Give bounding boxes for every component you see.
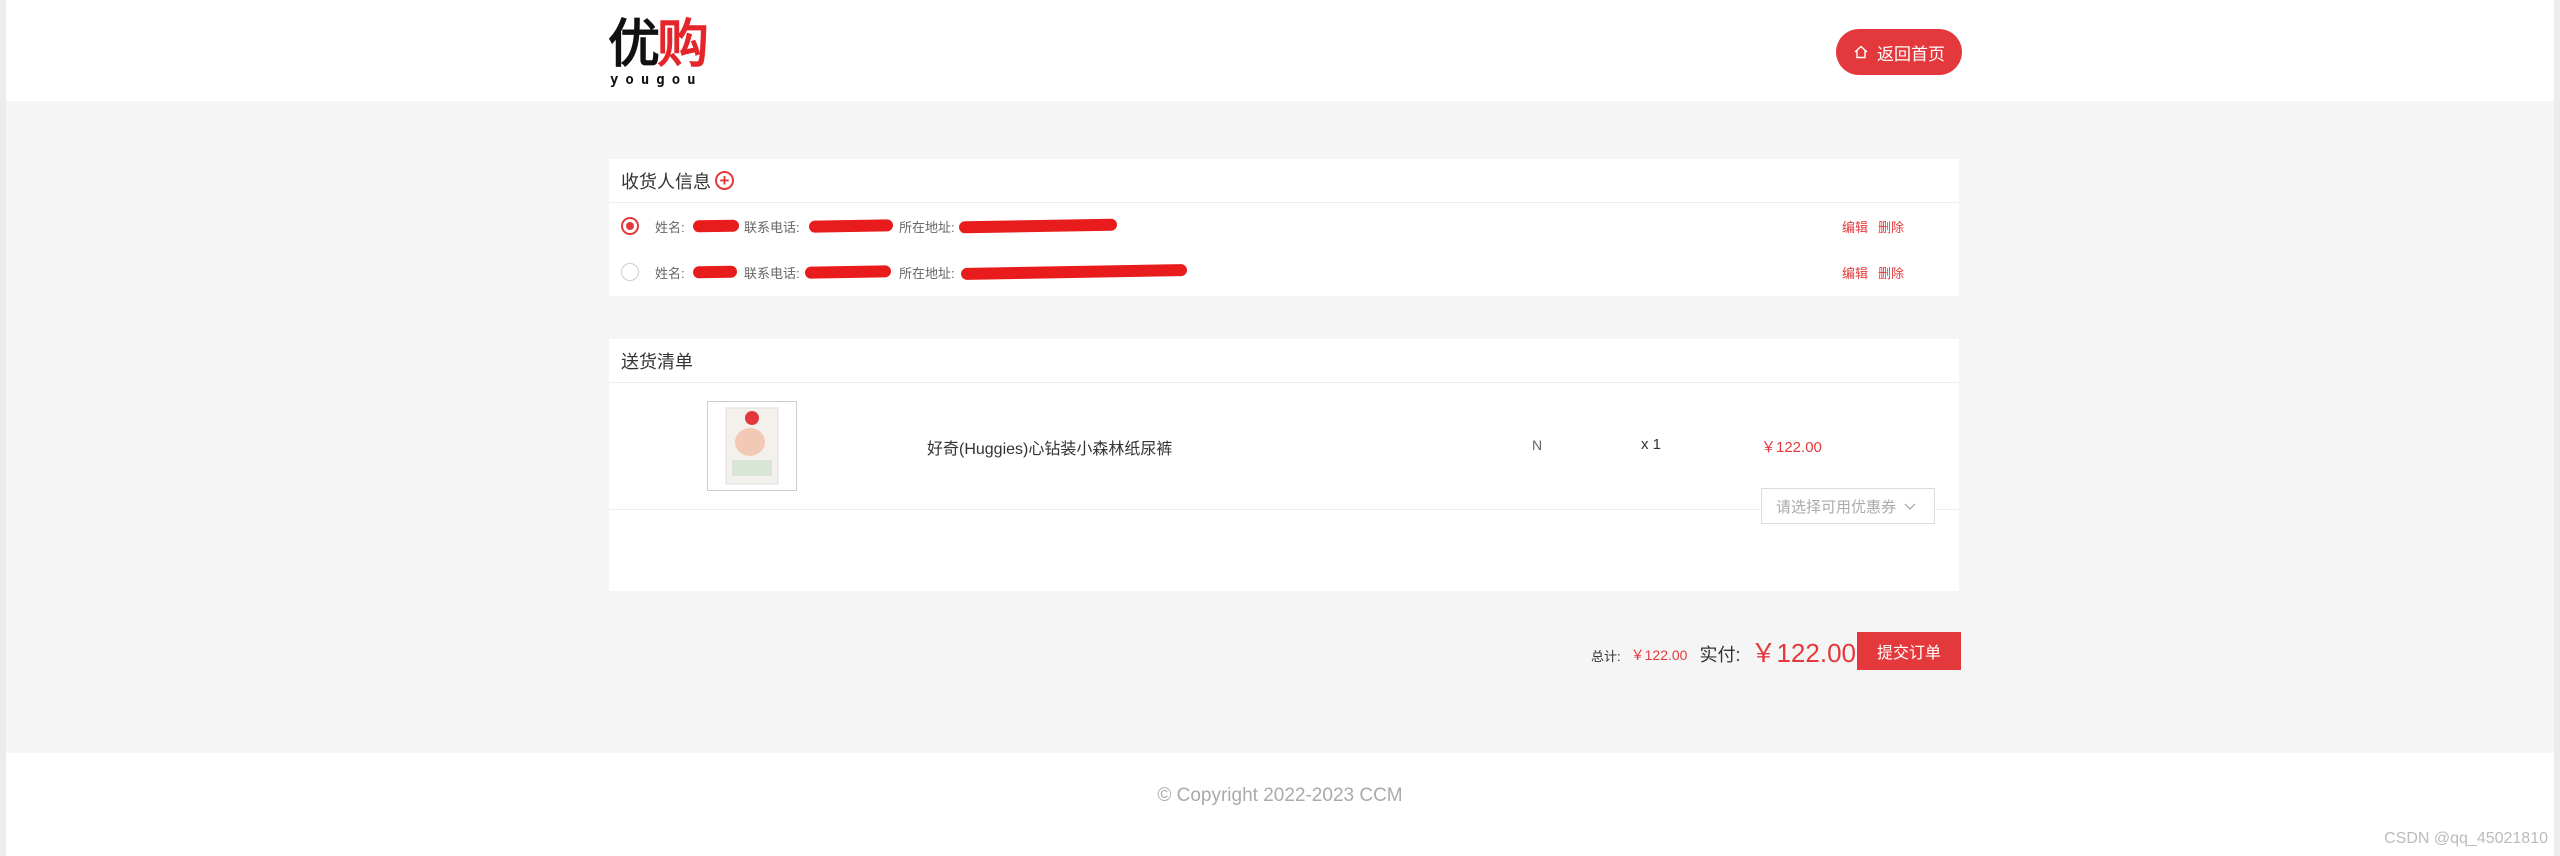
name-label: 姓名: [655, 265, 685, 281]
receiver-info-heading: 收货人信息 [621, 171, 711, 192]
product-image[interactable] [707, 401, 797, 491]
actual-pay-amount: ￥122.00 [1750, 638, 1856, 668]
redaction-mark [808, 219, 894, 233]
product-quantity: x 1 [1641, 436, 1662, 453]
main-content: 收货人信息 + 姓名: 联系电话: 所在地址: 编辑 删除 姓名: 联系电话: … [6, 101, 2554, 753]
address-label: 所在地址: [899, 265, 955, 281]
delivery-list-heading: 送货清单 [621, 351, 693, 372]
coupon-select[interactable]: 请选择可用优惠券 [1761, 488, 1935, 524]
edit-address-link[interactable]: 编辑 [1842, 263, 1868, 282]
submit-order-button[interactable]: 提交订单 [1857, 632, 1961, 670]
logo-char-2: 购 [657, 14, 709, 75]
logo-text-cn: 优购 [608, 14, 709, 75]
phone-label: 联系电话: [744, 265, 800, 281]
home-icon [1854, 45, 1868, 59]
address-radio-selected[interactable] [621, 217, 639, 235]
receiver-info-title: 收货人信息 + [609, 159, 1959, 203]
delivery-list-panel: 送货清单 好奇(Huggies)心钻装小森林纸尿裤 N x 1 ￥122.00 … [609, 339, 1959, 591]
redaction-mark [958, 218, 1118, 234]
address-actions: 编辑 删除 [1842, 263, 1904, 282]
product-price: ￥122.00 [1761, 439, 1822, 456]
address-row[interactable]: 姓名: 联系电话: 所在地址: 编辑 删除 [609, 249, 1959, 295]
diaper-package-image [725, 407, 779, 485]
logo[interactable]: 优购 yougou [608, 16, 718, 92]
address-actions: 编辑 删除 [1842, 217, 1904, 236]
logo-char-1: 优 [608, 14, 660, 75]
coupon-placeholder: 请选择可用优惠券 [1776, 498, 1897, 516]
total-label: 总计: [1591, 649, 1621, 664]
product-name[interactable]: 好奇(Huggies)心钻装小森林纸尿裤 [927, 435, 1172, 459]
name-label: 姓名: [655, 219, 685, 235]
total-amount: ￥122.00 [1630, 647, 1688, 663]
phone-label: 联系电话: [744, 219, 800, 235]
redaction-mark [692, 219, 740, 233]
back-home-button[interactable]: 返回首页 [1836, 29, 1962, 75]
redaction-mark [960, 264, 1188, 280]
header: 优购 yougou 返回首页 [6, 0, 2554, 101]
copyright-text: © Copyright 2022-2023 CCM [1157, 785, 1403, 806]
footer: © Copyright 2022-2023 CCM CSDN @qq_45021… [6, 753, 2554, 856]
watermark: CSDN @qq_45021810 [2384, 830, 2548, 847]
add-address-icon[interactable]: + [715, 171, 734, 190]
logo-text-en: yougou [610, 72, 703, 88]
address-radio[interactable] [621, 263, 639, 281]
redaction-mark [804, 265, 892, 279]
edit-address-link[interactable]: 编辑 [1842, 217, 1868, 236]
back-home-label: 返回首页 [1877, 44, 1945, 64]
chevron-down-icon [1904, 503, 1916, 510]
redaction-mark [692, 265, 738, 279]
goods-row: 好奇(Huggies)心钻装小森林纸尿裤 N x 1 ￥122.00 [609, 383, 1959, 510]
receiver-info-panel: 收货人信息 + 姓名: 联系电话: 所在地址: 编辑 删除 姓名: 联系电话: … [609, 159, 1959, 296]
delete-address-link[interactable]: 删除 [1878, 263, 1904, 282]
delete-address-link[interactable]: 删除 [1878, 217, 1904, 236]
actual-pay-label: 实付: [1699, 645, 1741, 665]
address-row[interactable]: 姓名: 联系电话: 所在地址: 编辑 删除 [609, 203, 1959, 249]
product-spec: N [1532, 437, 1543, 453]
delivery-list-title: 送货清单 [609, 339, 1959, 383]
address-label: 所在地址: [899, 219, 955, 235]
window-right-edge [2554, 0, 2560, 856]
order-summary: 总计: ￥122.00 实付: ￥122.00 [1591, 631, 1856, 671]
